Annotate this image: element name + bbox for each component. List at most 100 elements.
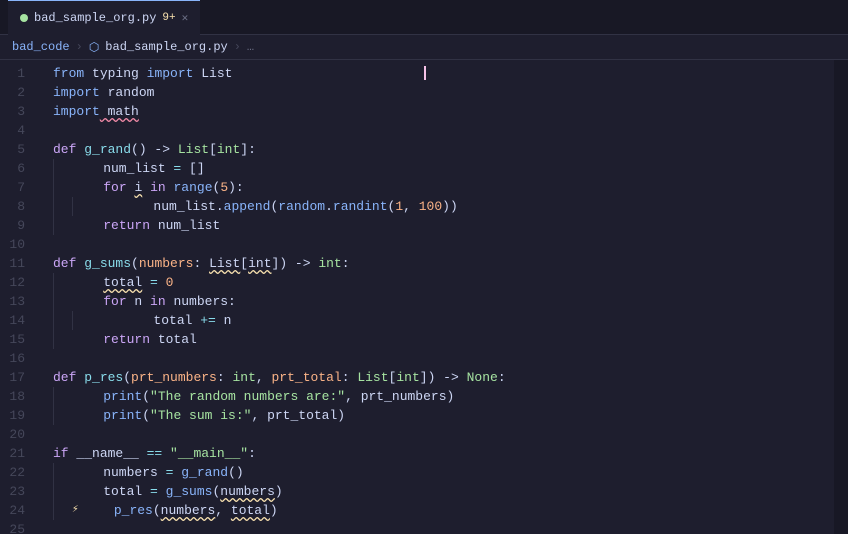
token-punct: (: [142, 406, 150, 425]
token-type: List: [357, 368, 388, 387]
token-punct: (: [123, 368, 131, 387]
code-line: return total: [53, 330, 834, 349]
breadcrumb-symbol[interactable]: …: [247, 40, 254, 54]
token-type: int: [396, 368, 419, 387]
token-op: ==: [147, 444, 163, 463]
token-fn-def: g_sums: [84, 254, 131, 273]
token-squiggle-warn: int: [248, 254, 271, 273]
tab-modified-dot: [20, 14, 28, 22]
line-number: 19: [0, 406, 33, 425]
line-number: 22: [0, 463, 33, 482]
token-punct: [: [240, 254, 248, 273]
code-line: numbers = g_rand(): [53, 463, 834, 482]
token-op: =: [173, 159, 181, 178]
line-number: 23: [0, 482, 33, 501]
token-fn: p_res: [114, 501, 153, 520]
breadcrumb: bad_code › ⬡ bad_sample_org.py › …: [0, 35, 848, 60]
token-var: [76, 368, 84, 387]
token-var: [72, 273, 103, 292]
token-kw: in: [150, 178, 166, 197]
code-line: for n in numbers:: [53, 292, 834, 311]
tab-close-button[interactable]: ✕: [182, 11, 189, 25]
token-fn-def: g_rand: [84, 140, 131, 159]
token-punct: ):: [228, 178, 244, 197]
code-line: print("The sum is:", prt_total): [53, 406, 834, 425]
token-punct: :: [217, 368, 233, 387]
breadcrumb-file[interactable]: bad_sample_org.py: [105, 40, 227, 54]
line-number: 5: [0, 140, 33, 159]
token-type: int: [217, 140, 240, 159]
token-op: =: [166, 463, 174, 482]
token-param: prt_numbers: [131, 368, 217, 387]
code-line: if __name__ == "__main__":: [53, 444, 834, 463]
editor-tab[interactable]: bad_sample_org.py 9+ ✕: [8, 0, 200, 35]
token-punct: (: [153, 501, 161, 520]
token-var: [72, 216, 103, 235]
token-kw2: import: [53, 83, 100, 102]
code-content[interactable]: from typing import Listimport randomimpo…: [45, 60, 834, 534]
token-var: [142, 178, 150, 197]
token-type: None: [467, 368, 498, 387]
token-kw2: import: [53, 102, 100, 121]
code-line: [53, 349, 834, 368]
token-punct: .: [216, 197, 224, 216]
token-var: [166, 178, 174, 197]
token-punct: (): [228, 463, 244, 482]
line-number: 9: [0, 216, 33, 235]
token-var: [142, 273, 150, 292]
token-var: [162, 444, 170, 463]
line-numbers: 1234567891011121314151617181920212223242…: [0, 60, 45, 534]
token-punct: ): [275, 482, 283, 501]
code-line: num_list.append(random.randint(1, 100)): [53, 197, 834, 216]
line-number: 24: [0, 501, 33, 520]
token-var: numbers:: [166, 292, 236, 311]
title-bar: bad_sample_org.py 9+ ✕: [0, 0, 848, 35]
token-builtin: random: [278, 197, 325, 216]
token-var: [76, 140, 84, 159]
token-punct: ) ->: [428, 368, 467, 387]
code-line: from typing import List: [53, 64, 834, 83]
token-kw: return: [103, 330, 150, 349]
breadcrumb-folder[interactable]: bad_code: [12, 40, 70, 54]
token-kw2: import: [147, 64, 194, 83]
token-var: [158, 273, 166, 292]
token-var: [158, 482, 166, 501]
token-fn: append: [224, 197, 271, 216]
token-kw2: from: [53, 64, 84, 83]
token-var: total: [150, 330, 197, 349]
line-number: 12: [0, 273, 33, 292]
token-punct: ]: [272, 254, 280, 273]
token-kw: return: [103, 216, 150, 235]
line-number: 6: [0, 159, 33, 178]
token-kw: def: [53, 368, 76, 387]
token-punct: ,: [403, 197, 419, 216]
token-var: [83, 501, 114, 520]
warning-icon: ⚡: [72, 501, 79, 520]
breadcrumb-file-icon: ⬡: [89, 40, 99, 55]
token-op: =: [150, 273, 158, 292]
token-num: 1: [395, 197, 403, 216]
code-line: [53, 235, 834, 254]
token-var: List: [193, 64, 232, 83]
token-punct: (: [131, 254, 139, 273]
token-punct: )): [442, 197, 458, 216]
token-var: n: [216, 311, 232, 330]
text-cursor: [424, 66, 426, 80]
scrollbar[interactable]: [834, 60, 848, 534]
line-number: 16: [0, 349, 33, 368]
token-punct: (: [213, 178, 221, 197]
line-number: 4: [0, 121, 33, 140]
token-type: int: [232, 368, 255, 387]
code-line: for i in range(5):: [53, 178, 834, 197]
token-kw: def: [53, 254, 76, 273]
line-number: 17: [0, 368, 33, 387]
token-var: numbers: [72, 463, 166, 482]
code-line: num_list = []: [53, 159, 834, 178]
token-builtin: range: [173, 178, 212, 197]
line-number: 8: [0, 197, 33, 216]
token-punct: :: [342, 368, 358, 387]
token-punct: :: [193, 254, 209, 273]
token-var: [72, 330, 103, 349]
token-var: [72, 292, 103, 311]
code-line: total += n: [53, 311, 834, 330]
